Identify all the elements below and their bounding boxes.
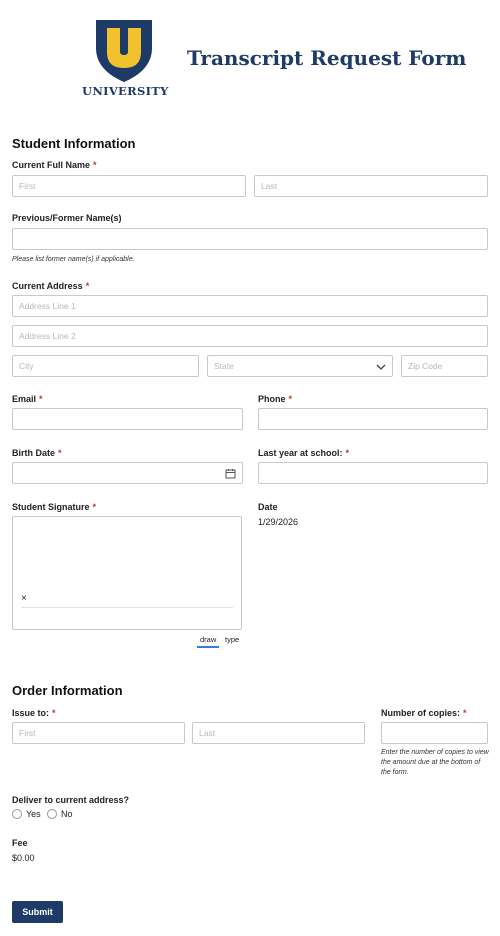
address-line1-input[interactable] bbox=[12, 295, 488, 317]
deliver-yes-radio[interactable] bbox=[12, 809, 22, 819]
former-names-input[interactable] bbox=[12, 228, 488, 250]
city-input[interactable] bbox=[12, 355, 199, 377]
phone-label: Phone * bbox=[258, 394, 293, 404]
order-info-heading: Order Information bbox=[12, 683, 123, 698]
deliver-yes-label[interactable]: Yes bbox=[26, 809, 41, 819]
date-label: Date bbox=[258, 502, 278, 512]
email-label: Email * bbox=[12, 394, 43, 404]
tab-draw-active-indicator bbox=[197, 646, 219, 648]
fee-label: Fee bbox=[12, 838, 28, 848]
phone-input[interactable] bbox=[258, 408, 488, 430]
student-info-heading: Student Information bbox=[12, 136, 136, 151]
issue-first-input[interactable] bbox=[12, 722, 185, 744]
copies-hint: Enter the number of copies to view the a… bbox=[381, 749, 489, 776]
former-names-label: Previous/Former Name(s) bbox=[12, 213, 122, 223]
chevron-down-icon bbox=[376, 364, 386, 370]
address-line2-input[interactable] bbox=[12, 325, 488, 347]
birth-date-label: Birth Date * bbox=[12, 448, 62, 458]
university-logo: UNIVERSITY bbox=[82, 18, 169, 100]
calendar-icon[interactable] bbox=[225, 468, 236, 479]
full-name-label: Current Full Name * bbox=[12, 160, 97, 170]
fee-value: $0.00 bbox=[12, 853, 35, 863]
signature-baseline bbox=[21, 607, 233, 608]
submit-button[interactable]: Submit bbox=[12, 901, 63, 923]
page-title: Transcript Request Form bbox=[187, 46, 467, 70]
deliver-label: Deliver to current address? bbox=[12, 795, 130, 805]
copies-label: Number of copies: * bbox=[381, 708, 467, 718]
issue-to-label: Issue to: * bbox=[12, 708, 56, 718]
signature-pad[interactable]: × bbox=[12, 516, 242, 630]
deliver-no-radio[interactable] bbox=[47, 809, 57, 819]
date-value: 1/29/2026 bbox=[258, 517, 299, 527]
state-select-value: State bbox=[214, 361, 234, 371]
tab-draw[interactable]: draw bbox=[200, 635, 216, 644]
last-year-input[interactable] bbox=[258, 462, 488, 484]
email-input[interactable] bbox=[12, 408, 243, 430]
deliver-no-label[interactable]: No bbox=[61, 809, 73, 819]
form-header: UNIVERSITY Transcript Request Form bbox=[0, 0, 500, 110]
first-name-input[interactable] bbox=[12, 175, 246, 197]
last-name-input[interactable] bbox=[254, 175, 488, 197]
former-names-hint: Please list former name(s) if applicable… bbox=[12, 256, 135, 263]
issue-last-input[interactable] bbox=[192, 722, 365, 744]
tab-type[interactable]: type bbox=[225, 635, 239, 644]
zip-code-input[interactable] bbox=[401, 355, 488, 377]
clear-signature-icon[interactable]: × bbox=[21, 593, 27, 604]
birth-date-input[interactable] bbox=[12, 462, 243, 484]
shield-icon bbox=[96, 20, 152, 82]
state-select[interactable]: State bbox=[207, 355, 393, 377]
address-label: Current Address * bbox=[12, 281, 90, 291]
last-year-label: Last year at school: * bbox=[258, 448, 350, 458]
logo-wordmark: UNIVERSITY bbox=[82, 84, 169, 98]
copies-input[interactable] bbox=[381, 722, 488, 744]
signature-label: Student Signature * bbox=[12, 502, 97, 512]
